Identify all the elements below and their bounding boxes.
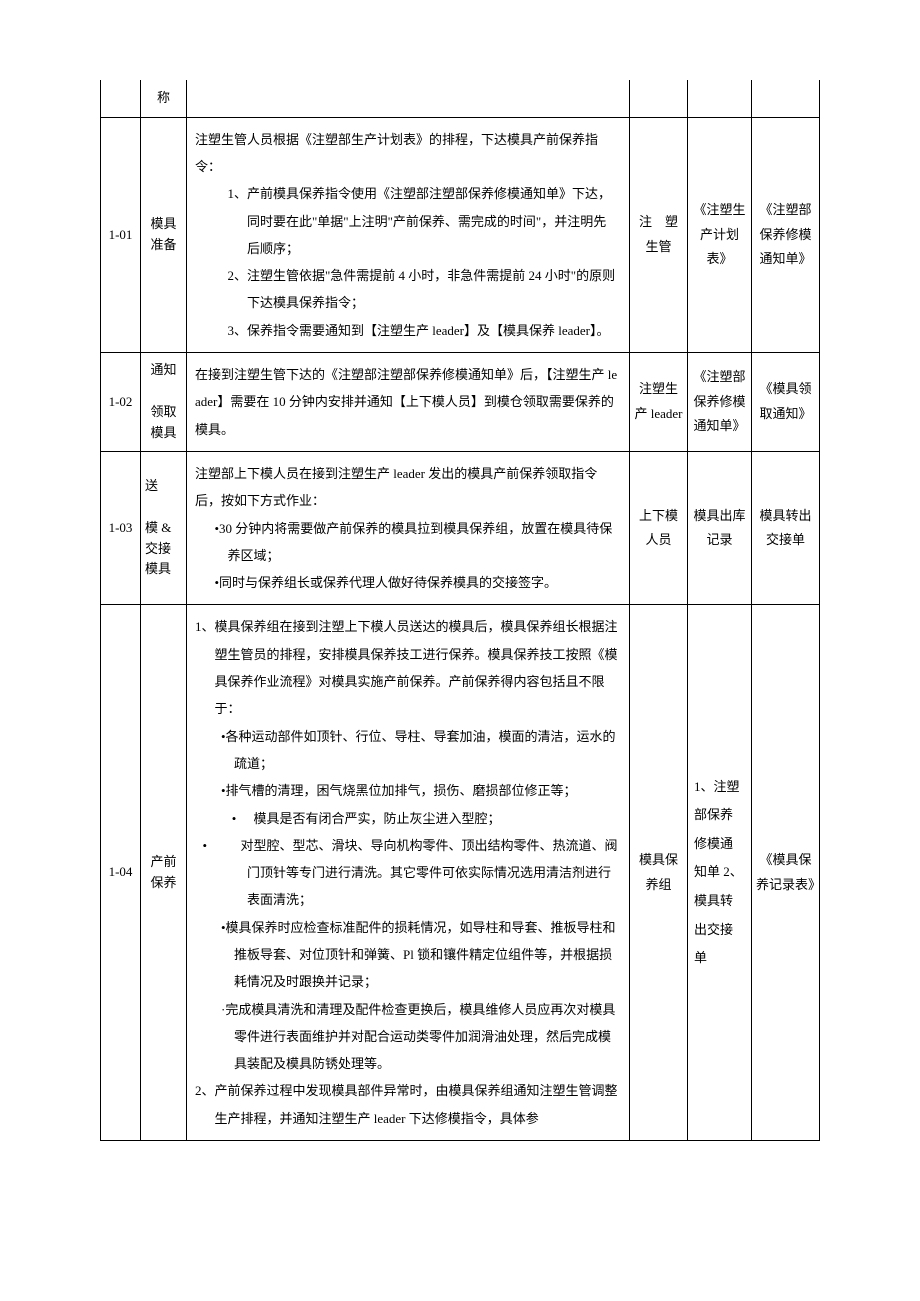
- step-name: 通知 领取模具: [141, 353, 187, 452]
- step-name: 产前保养: [141, 605, 187, 1141]
- reference-doc-2: 模具转出交接单: [752, 451, 820, 604]
- header-cell-blank-1: [101, 80, 141, 117]
- desc-text: •同时与保养组长或保养代理人做好待保养模具的交接签字。: [195, 569, 619, 596]
- responsible: 模具保养组: [630, 605, 688, 1141]
- responsible: 注 塑生管: [630, 117, 688, 352]
- desc-text: •模具保养时应检查标准配件的损耗情况，如导柱和导套、推板导柱和推板导套、对位顶针…: [195, 914, 619, 996]
- document-page: 称 1-01 模具准备 注塑生管人员根据《注塑部生产计划表》的排程，下达模具产前…: [0, 0, 920, 1181]
- reference-doc-2: 《注塑部保养修模通知单》: [752, 117, 820, 352]
- desc-text: 1、产前模具保养指令使用《注塑部注塑部保养修模通知单》下达，同时要在此"单据"上…: [208, 180, 619, 262]
- desc-text: 模具是否有闭合严实，防止灰尘进入型腔；: [254, 811, 501, 826]
- table-row: 1-01 模具准备 注塑生管人员根据《注塑部生产计划表》的排程，下达模具产前保养…: [101, 117, 820, 352]
- reference-doc-2: 《模具领取通知》: [752, 353, 820, 452]
- responsible: 注塑生产 leader: [630, 353, 688, 452]
- bullet-icon: •: [215, 832, 228, 859]
- header-cell-blank-6: [752, 80, 820, 117]
- bullet-icon: •: [228, 805, 241, 832]
- responsible: 上下模人员: [630, 451, 688, 604]
- desc-text: 在接到注塑生管下达的《注塑部注塑部保养修模通知单》后，【注塑生产 leader】…: [195, 361, 619, 443]
- header-cell-blank-3: [187, 80, 630, 117]
- table-row: 1-02 通知 领取模具 在接到注塑生管下达的《注塑部注塑部保养修模通知单》后，…: [101, 353, 820, 452]
- desc-text: ·完成模具清洗和清理及配件检查更换后，模具维修人员应再次对模具零件进行表面维护并…: [195, 996, 619, 1078]
- step-id: 1-01: [101, 117, 141, 352]
- step-id: 1-04: [101, 605, 141, 1141]
- desc-text: •排气槽的清理，困气烧黑位加排气，损伤、磨损部位修正等；: [195, 777, 619, 804]
- reference-doc-1: 模具出库记录: [688, 451, 752, 604]
- step-description: 注塑生管人员根据《注塑部生产计划表》的排程，下达模具产前保养指令： 1、产前模具…: [187, 117, 630, 352]
- table-row: 1-04 产前保养 1、模具保养组在接到注塑上下模人员送达的模具后，模具保养组长…: [101, 605, 820, 1141]
- desc-text: 2、产前保养过程中发现模具部件异常时，由模具保养组通知注塑生管调整生产排程，并通…: [195, 1077, 619, 1132]
- desc-text: 对型腔、型芯、滑块、导向机构零件、顶出结构零件、热流道、阀门顶针等专门进行清洗。…: [241, 838, 618, 908]
- step-description: 在接到注塑生管下达的《注塑部注塑部保养修模通知单》后，【注塑生产 leader】…: [187, 353, 630, 452]
- step-name: 模具准备: [141, 117, 187, 352]
- table-row: 1-03 送 模 & 交接模具 注塑部上下模人员在接到注塑生产 leader 发…: [101, 451, 820, 604]
- step-description: 1、模具保养组在接到注塑上下模人员送达的模具后，模具保养组长根据注塑生管员的排程…: [187, 605, 630, 1141]
- desc-text: 1、模具保养组在接到注塑上下模人员送达的模具后，模具保养组长根据注塑生管员的排程…: [195, 613, 619, 722]
- reference-doc-1: 1、注塑部保养修模通知单 2、模具转出交接单: [688, 605, 752, 1141]
- desc-text: •各种运动部件如顶针、行位、导柱、导套加油，模面的清洁，运水的疏道；: [195, 723, 619, 778]
- desc-text: 2、注塑生管依据"急件需提前 4 小时，非急件需提前 24 小时"的原则下达模具…: [208, 262, 619, 317]
- header-cell-blank-4: [630, 80, 688, 117]
- step-description: 注塑部上下模人员在接到注塑生产 leader 发出的模具产前保养领取指令后，按如…: [187, 451, 630, 604]
- reference-doc-1: 《注塑生产计划表》: [688, 117, 752, 352]
- desc-text: 注塑生管人员根据《注塑部生产计划表》的排程，下达模具产前保养指令：: [195, 126, 619, 181]
- desc-text: 3、保养指令需要通知到【注塑生产 leader】及【模具保养 leader】。: [208, 317, 619, 344]
- reference-doc-1: 《注塑部保养修模通知单》: [688, 353, 752, 452]
- step-id: 1-02: [101, 353, 141, 452]
- desc-text: •30 分钟内将需要做产前保养的模具拉到模具保养组，放置在模具待保养区域；: [195, 515, 619, 570]
- header-cell-blank-5: [688, 80, 752, 117]
- step-id: 1-03: [101, 451, 141, 604]
- table-header-partial: 称: [101, 80, 820, 117]
- desc-text: • 对型腔、型芯、滑块、导向机构零件、顶出结构零件、热流道、阀门顶针等专门进行清…: [195, 832, 619, 914]
- procedure-table: 称 1-01 模具准备 注塑生管人员根据《注塑部生产计划表》的排程，下达模具产前…: [100, 80, 820, 1141]
- desc-text: 注塑部上下模人员在接到注塑生产 leader 发出的模具产前保养领取指令后，按如…: [195, 460, 619, 515]
- header-cell-name-partial: 称: [141, 80, 187, 117]
- reference-doc-2: 《模具保养记录表》: [752, 605, 820, 1141]
- desc-text: • 模具是否有闭合严实，防止灰尘进入型腔；: [195, 805, 619, 832]
- step-name: 送 模 & 交接模具: [141, 451, 187, 604]
